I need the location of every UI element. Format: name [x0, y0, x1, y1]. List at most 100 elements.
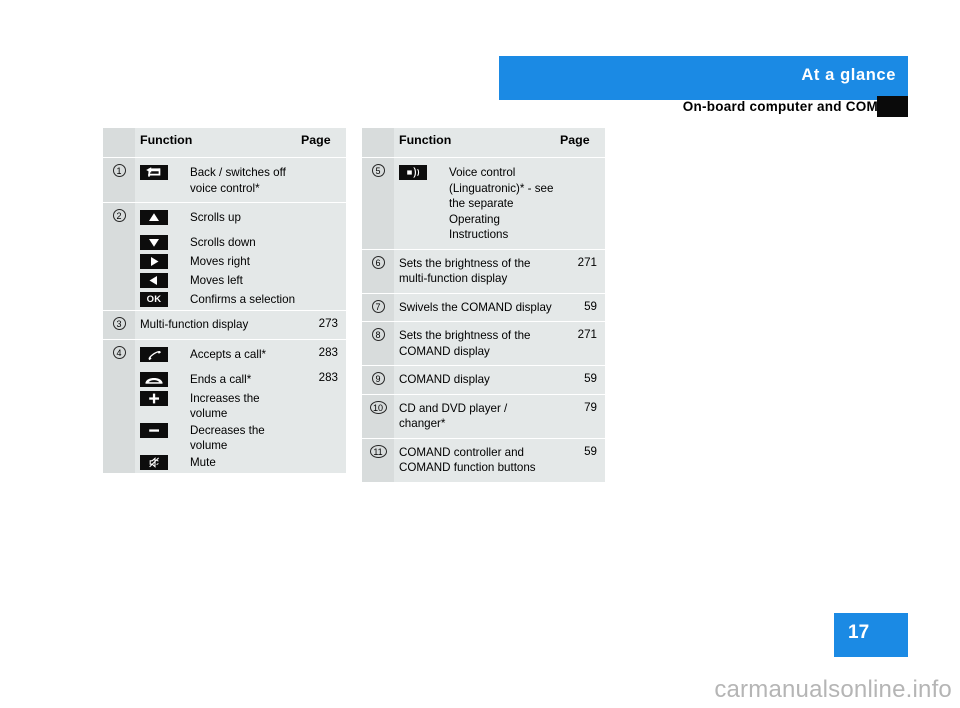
function-label: COMAND controller and COMAND function bu…	[399, 445, 536, 475]
section-header-bar: At a glance	[499, 56, 908, 100]
page-reference-cell	[297, 157, 346, 203]
function-table-left: Function Page 1 Back / switches off voice…	[103, 128, 346, 473]
function-label: Scrolls down	[190, 236, 256, 249]
table-row: Moves right	[103, 253, 346, 272]
phone-end-icon	[140, 371, 168, 387]
page-reference-cell: 59	[556, 292, 605, 322]
function-cell: Multi-function display	[135, 310, 297, 339]
section-title: At a glance	[801, 66, 896, 84]
page-reference-cell	[556, 157, 605, 249]
callout-number-cell: 9	[362, 365, 394, 394]
function-label: Moves right	[190, 255, 250, 268]
table-header-row: Function Page	[362, 128, 605, 158]
function-icon-slot	[140, 390, 190, 406]
function-icon-slot	[140, 209, 190, 225]
function-label: Accepts a call*	[190, 347, 267, 361]
function-cell: Voice control (Linguatronic)* - see the …	[394, 157, 556, 249]
table-header-row: Function Page	[103, 128, 346, 158]
page-reference-cell: 271	[556, 321, 605, 366]
function-label: Back / switches off voice control*	[190, 166, 286, 195]
column-header-function: Function	[394, 128, 556, 158]
page-reference-cell: 271	[556, 248, 605, 293]
callout-number-cell: 7	[362, 292, 394, 322]
table-row: Decreases the volume	[103, 421, 346, 454]
callout-number-cell: 8	[362, 321, 394, 366]
page-reference-cell	[297, 272, 346, 291]
page-subtitle: On-board computer and COMAND	[682, 99, 908, 114]
arrow-up-icon	[140, 210, 168, 225]
page-reference-cell: 283	[297, 370, 346, 390]
function-label: Confirms a selection	[190, 293, 296, 306]
function-label: COMAND display	[399, 373, 490, 386]
function-cell: CD and DVD player / changer*	[394, 393, 556, 438]
function-icon-slot	[140, 234, 190, 250]
callout-number-cell	[103, 253, 135, 272]
table-row: 1 Back / switches off voice control*	[103, 157, 346, 203]
page-reference-cell: 273	[297, 310, 346, 339]
voice-control-icon	[399, 165, 427, 180]
callout-number: 4	[112, 345, 126, 359]
table-row: 5 Voice control (Linguatronic)* - see the…	[362, 157, 605, 249]
callout-number: 11	[369, 444, 387, 458]
column-header-page: Page	[297, 128, 346, 158]
function-icon-slot	[140, 454, 190, 470]
function-cell: Back / switches off voice control*	[135, 157, 297, 203]
function-icon-slot: OK	[140, 291, 190, 307]
page-reference-cell: 59	[556, 437, 605, 482]
plus-icon	[140, 390, 168, 406]
function-cell: Moves left	[135, 272, 297, 291]
function-icon-slot	[399, 164, 449, 180]
page-number-badge: 17	[834, 613, 908, 657]
page-reference-cell	[297, 453, 346, 473]
table-row: 6 Sets the brightness of the multi-functi…	[362, 248, 605, 293]
callout-number: 9	[371, 372, 385, 385]
column-header-function: Function	[135, 128, 297, 158]
function-cell: COMAND display	[394, 365, 556, 394]
table-row: 8 Sets the brightness of the COMAND displ…	[362, 321, 605, 366]
callout-number-cell	[103, 370, 135, 390]
function-icon-slot	[140, 164, 190, 180]
callout-number: 5	[371, 164, 385, 177]
function-cell: Mute	[135, 453, 297, 473]
mute-icon	[140, 454, 168, 470]
table-row: Moves left	[103, 272, 346, 291]
function-label: Swivels the COMAND display	[399, 300, 552, 314]
table-row: 11 COMAND controller and COMAND function …	[362, 437, 605, 482]
function-label: Sets the brightness of the multi-functio…	[399, 256, 531, 286]
minus-icon	[140, 422, 168, 438]
callout-number-cell: 6	[362, 248, 394, 293]
page-reference-cell	[297, 253, 346, 272]
function-label: Increases the volume	[190, 391, 260, 421]
function-label: Voice control (Linguatronic)* - see the …	[449, 166, 554, 241]
arrow-right-icon	[140, 254, 168, 269]
function-cell: Decreases the volume	[135, 421, 297, 454]
callout-number: 2	[112, 209, 126, 222]
arrow-down-icon	[140, 235, 168, 250]
table-row: 2 Scrolls up	[103, 202, 346, 234]
function-label: Sets the brightness of the COMAND displa…	[399, 329, 531, 358]
table-row: Ends a call* 283	[103, 370, 346, 390]
table-row: OK Confirms a selection	[103, 291, 346, 311]
function-cell: Sets the brightness of the multi-functio…	[394, 248, 556, 293]
ok-button-icon: OK	[140, 292, 168, 307]
callout-number-cell: 1	[103, 157, 135, 203]
function-label: Mute	[190, 455, 216, 469]
callout-number: 6	[371, 255, 385, 269]
function-cell: Scrolls up	[135, 202, 297, 234]
table-row: 3 Multi-function display 273	[103, 310, 346, 339]
phone-accept-icon	[140, 346, 168, 362]
page-reference-cell	[297, 234, 346, 253]
table-row: 4 Accepts a call* 283	[103, 338, 346, 371]
chapter-tab-marker	[877, 96, 908, 117]
function-cell: Ends a call*	[135, 370, 297, 390]
callout-number: 1	[112, 164, 126, 177]
page-reference-cell: 79	[556, 393, 605, 438]
table-row: Mute	[103, 453, 346, 473]
function-cell: Increases the volume	[135, 389, 297, 422]
function-label: Decreases the volume	[190, 423, 265, 453]
column-header-number	[103, 128, 135, 158]
function-label: Ends a call*	[190, 372, 252, 386]
callout-number-cell: 10	[362, 393, 394, 438]
table-row: Scrolls down	[103, 234, 346, 253]
page-reference-cell	[297, 389, 346, 422]
